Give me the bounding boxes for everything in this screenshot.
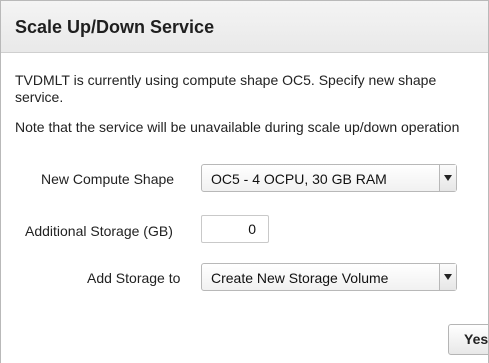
add-storage-to-value: Create New Storage Volume [211, 270, 389, 286]
dialog-title: Scale Up/Down Service [15, 17, 215, 37]
yes-button[interactable]: Yes [448, 324, 488, 355]
additional-storage-input[interactable]: 0 [201, 215, 269, 243]
compute-shape-select[interactable]: OC5 - 4 OCPU, 30 GB RAM [201, 164, 457, 192]
add-storage-to-label: Add Storage to [87, 270, 181, 286]
compute-shape-value: OC5 - 4 OCPU, 30 GB RAM [211, 171, 387, 187]
dialog-titlebar: Scale Up/Down Service [1, 1, 488, 53]
add-storage-to-select[interactable]: Create New Storage Volume [201, 263, 457, 291]
dialog-body: TVDMLT is currently using compute shape … [1, 53, 488, 363]
scale-service-dialog: Scale Up/Down Service TVDMLT is currentl… [0, 0, 489, 363]
intro-text-line-2: service. [15, 89, 64, 105]
chevron-down-icon[interactable] [439, 165, 456, 191]
compute-shape-label: New Compute Shape [41, 171, 175, 187]
dropdown-arrow-glyph [444, 274, 452, 280]
note-text: Note that the service will be unavailabl… [15, 119, 460, 135]
intro-text-line-1: TVDMLT is currently using compute shape … [15, 72, 437, 88]
additional-storage-label: Additional Storage (GB) [25, 223, 173, 239]
chevron-down-icon[interactable] [439, 264, 456, 290]
dropdown-arrow-glyph [444, 175, 452, 181]
